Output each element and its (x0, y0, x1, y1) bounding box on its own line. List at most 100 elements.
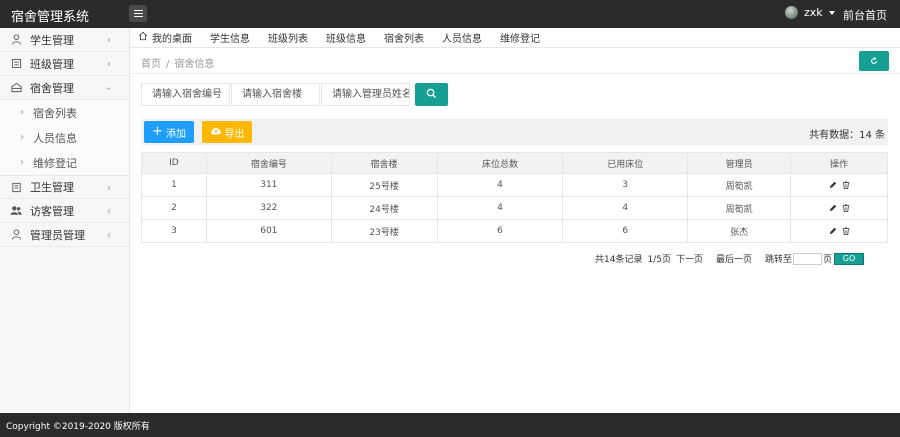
edit-icon[interactable] (829, 204, 837, 212)
sidebar-item-admins[interactable]: 管理员管理 ‹ (0, 223, 129, 247)
tab-bar: 我的桌面 学生信息 班级列表 班级信息 宿舍列表 人员信息 维修登记 (130, 28, 900, 48)
refresh-icon (870, 55, 878, 68)
sidebar-item-label: 卫生管理 (30, 181, 74, 194)
pager-records: 共14条记录 (595, 255, 643, 265)
tab-repair-log[interactable]: 维修登记 (491, 30, 549, 45)
sidebar-item-label: 访客管理 (30, 204, 74, 218)
search-form (141, 83, 448, 106)
cell-beds-used: 4 (562, 196, 689, 220)
sidebar-subitem-dorm-list[interactable]: › 宿舍列表 (0, 100, 129, 125)
avatar (785, 6, 798, 19)
total-count: 共有数据：14 条 (809, 130, 885, 141)
edit-icon[interactable] (829, 181, 837, 189)
pager-page: 1/5页 (647, 255, 671, 265)
top-bar: 宿舍管理系统 zxk 前台首页 (0, 0, 900, 28)
sidebar-item-label: 学生管理 (30, 33, 74, 47)
cell-beds-total: 6 (436, 219, 564, 243)
tab-student-info[interactable]: 学生信息 (201, 30, 259, 45)
table-row: 1 311 25号楼 4 3 周筍凯 (141, 173, 888, 197)
pager-next-link[interactable]: 下一页 (676, 252, 703, 265)
manager-input[interactable] (321, 83, 410, 106)
sidebar-subitem-personnel[interactable]: › 人员信息 (0, 125, 129, 150)
column-header-beds-used: 已用床位 (562, 152, 689, 174)
pager-last-link[interactable]: 最后一页 (716, 252, 752, 265)
tab-my-desktop[interactable]: 我的桌面 (130, 30, 201, 45)
cell-building: 25号楼 (330, 173, 438, 197)
front-home-link[interactable]: 前台首页 (843, 7, 887, 23)
tab-class-info[interactable]: 班级信息 (317, 30, 375, 45)
refresh-button[interactable] (859, 51, 889, 71)
add-button-label: 添加 (165, 128, 186, 140)
cell-dorm-no: 322 (205, 196, 332, 220)
sidebar-item-hygiene[interactable]: 卫生管理 ‹ (0, 175, 129, 199)
search-icon (426, 88, 437, 102)
menu-toggle-button[interactable] (129, 5, 147, 22)
tab-label: 维修登记 (500, 34, 540, 45)
delete-icon[interactable] (842, 181, 850, 189)
breadcrumb-home[interactable]: 首页 (141, 59, 161, 70)
pager-page-unit: 页 (823, 255, 833, 265)
home-icon (138, 31, 148, 44)
breadcrumb-separator: / (166, 59, 170, 70)
cell-id: 3 (141, 219, 207, 243)
visitor-icon (10, 205, 22, 217)
cell-id: 2 (141, 196, 207, 220)
sidebar-subitem-label: 人员信息 (33, 131, 77, 145)
delete-icon[interactable] (842, 204, 850, 212)
plus-icon: + (152, 124, 163, 139)
sidebar-item-label: 宿舍管理 (30, 81, 74, 95)
dorm-icon (10, 82, 22, 94)
sidebar-item-students[interactable]: 学生管理 ‹ (0, 28, 129, 52)
pagination: 共14条记录 1/5页 下一页 最后一页 跳转至 页 GO (595, 252, 865, 265)
footer: Copyright ©2019-2020 版权所有 (0, 413, 900, 437)
column-header-dorm-no: 宿舍编号 (205, 152, 332, 174)
building-input[interactable] (231, 83, 320, 106)
admin-icon (10, 229, 22, 241)
table-row: 3 601 23号楼 6 6 张杰 (141, 219, 888, 243)
cell-manager: 周筍凯 (687, 173, 792, 197)
add-button[interactable]: + 添加 (144, 121, 194, 143)
breadcrumb: 首页 / 宿舍信息 (141, 55, 214, 70)
sidebar-item-visitors[interactable]: 访客管理 ‹ (0, 199, 129, 223)
sidebar-item-dorms[interactable]: 宿舍管理 ‹ (0, 76, 129, 100)
cell-building: 23号楼 (330, 219, 438, 243)
user-icon (10, 34, 22, 46)
tab-class-list[interactable]: 班级列表 (259, 30, 317, 45)
cell-id: 1 (141, 173, 207, 197)
delete-icon[interactable] (842, 227, 850, 235)
search-button[interactable] (415, 83, 448, 106)
table-row: 2 322 24号楼 4 4 周筍凯 (141, 196, 888, 220)
copyright-text: Copyright ©2019-2020 版权所有 (6, 421, 150, 432)
column-header-id: ID (141, 152, 207, 174)
tab-label: 班级列表 (268, 34, 308, 45)
chevron-left-icon: ‹ (107, 230, 111, 241)
column-header-actions: 操作 (790, 152, 888, 174)
dorm-table: ID 宿舍编号 宿舍楼 床位总数 已用床位 管理员 操作 1 311 25号楼 … (141, 152, 888, 243)
caret-down-icon (828, 10, 835, 15)
chevron-left-icon: ‹ (107, 35, 111, 46)
divider (130, 73, 900, 74)
dorm-no-input[interactable] (141, 83, 230, 106)
chevron-left-icon: ‹ (107, 183, 111, 194)
cell-actions (790, 196, 888, 220)
export-button[interactable]: 导出 (202, 121, 252, 143)
column-header-building: 宿舍楼 (330, 152, 438, 174)
chevron-right-icon: › (20, 107, 24, 118)
pager-go-button[interactable]: GO (834, 252, 865, 265)
sidebar-item-label: 管理员管理 (30, 228, 85, 242)
column-header-manager: 管理员 (687, 152, 792, 174)
sidebar-item-label: 班级管理 (30, 57, 74, 71)
edit-icon[interactable] (829, 227, 837, 235)
cell-dorm-no: 311 (205, 173, 332, 197)
tab-dorm-list[interactable]: 宿舍列表 (375, 30, 433, 45)
sidebar-item-classes[interactable]: 班级管理 ‹ (0, 52, 129, 76)
tab-personnel-info[interactable]: 人员信息 (433, 30, 491, 45)
tab-label: 我的桌面 (152, 34, 192, 45)
user-menu[interactable]: zxk (785, 6, 835, 19)
sidebar-subitem-repairs[interactable]: › 维修登记 (0, 150, 129, 175)
table-header-row: ID 宿舍编号 宿舍楼 床位总数 已用床位 管理员 操作 (141, 152, 888, 174)
cell-dorm-no: 601 (205, 219, 332, 243)
tab-label: 学生信息 (210, 34, 250, 45)
pager-page-input[interactable] (793, 252, 822, 265)
cloud-upload-icon (210, 126, 222, 138)
